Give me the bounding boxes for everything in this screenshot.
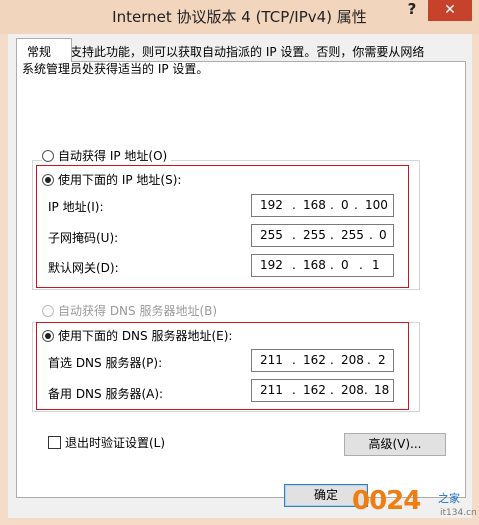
dns-auto-radio xyxy=(42,305,54,317)
preferred-dns-input[interactable]: 211 . 162 . 208 . 2 xyxy=(251,349,394,372)
preferred-dns-label: 首选 DNS 服务器(P): xyxy=(48,356,163,370)
watermark-url: it134.cn xyxy=(440,508,477,518)
subnet-mask-octet-3: 255 xyxy=(341,228,364,242)
dns-manual-label: 使用下面的 DNS 服务器地址(E): xyxy=(58,329,233,343)
site-watermark: 0024 之家 it134.cn xyxy=(352,486,479,525)
alternate-dns-input[interactable]: 211 . 162 . 208 . 18 xyxy=(251,379,394,402)
watermark-logo-text: 0024 xyxy=(352,486,421,516)
validate-label: 退出时验证设置(L) xyxy=(65,436,166,450)
ip-manual-option[interactable]: 使用下面的 IP 地址(S): xyxy=(42,171,186,188)
ip-address-octet-4: 100 xyxy=(365,198,388,212)
ip-address-octet-1: 192 xyxy=(260,198,283,212)
dns-manual-radio[interactable] xyxy=(42,330,54,342)
ip-manual-radio[interactable] xyxy=(42,174,54,186)
ip-address-octet-3: 0 xyxy=(341,198,349,212)
close-icon: ✕ xyxy=(444,2,456,18)
preferred-dns-octet-3: 208 xyxy=(341,353,364,367)
gateway-input[interactable]: 192 . 168 . 0 . 1 xyxy=(251,254,394,277)
subnet-mask-octet-2: 255 xyxy=(303,228,326,242)
preferred-dns-octet-4: 2 xyxy=(378,353,386,367)
preferred-dns-octet-2: 162 xyxy=(303,353,326,367)
watermark-small-text: 之家 xyxy=(438,492,460,505)
gateway-octet-4: 1 xyxy=(372,258,380,272)
help-button[interactable]: ? xyxy=(399,0,425,22)
gateway-octet-3: 0 xyxy=(341,258,349,272)
validate-checkbox[interactable] xyxy=(48,436,61,449)
ip-manual-label: 使用下面的 IP 地址(S): xyxy=(58,173,182,187)
close-button[interactable]: ✕ xyxy=(428,0,472,21)
ip-auto-radio[interactable] xyxy=(42,150,54,162)
ip-address-octet-2: 168 xyxy=(303,198,326,212)
description-text: 如果网络支持此功能，则可以获取自动指派的 IP 设置。否则，你需要从网络系统管理… xyxy=(22,45,425,76)
dns-auto-option: 自动获得 DNS 服务器地址(B) xyxy=(42,302,217,319)
ip-auto-option[interactable]: 自动获得 IP 地址(O) xyxy=(42,147,172,164)
alternate-dns-octet-2: 162 xyxy=(303,383,326,397)
tab-general[interactable]: 常规 xyxy=(16,38,72,62)
ip-address-input[interactable]: 192 . 168 . 0 . 100 xyxy=(251,194,394,217)
watermark-logo: 0024 xyxy=(352,486,421,516)
validate-option[interactable]: 退出时验证设置(L) xyxy=(48,434,165,451)
title-bar: Internet 协议版本 4 (TCP/IPv4) 属性 ? ✕ xyxy=(0,0,479,34)
alternate-dns-octet-3: 208 xyxy=(341,383,364,397)
gateway-octet-2: 168 xyxy=(303,258,326,272)
gateway-label: 默认网关(D): xyxy=(48,261,119,275)
ip-auto-label: 自动获得 IP 地址(O) xyxy=(58,149,168,163)
ip-address-label: IP 地址(I): xyxy=(48,200,104,214)
advanced-button[interactable]: 高级(V)... xyxy=(344,433,446,456)
alternate-dns-label: 备用 DNS 服务器(A): xyxy=(48,387,164,401)
alternate-dns-octet-4: 18 xyxy=(374,383,390,397)
subnet-mask-input[interactable]: 255 . 255 . 255 . 0 xyxy=(251,224,394,247)
preferred-dns-octet-1: 211 xyxy=(260,353,283,367)
subnet-mask-label: 子网掩码(U): xyxy=(48,231,119,245)
gateway-octet-1: 192 xyxy=(260,258,283,272)
subnet-mask-octet-4: 0 xyxy=(379,228,387,242)
dns-manual-option[interactable]: 使用下面的 DNS 服务器地址(E): xyxy=(42,327,237,344)
dns-auto-label: 自动获得 DNS 服务器地址(B) xyxy=(58,304,218,318)
subnet-mask-octet-1: 255 xyxy=(260,228,283,242)
alternate-dns-octet-1: 211 xyxy=(260,383,283,397)
